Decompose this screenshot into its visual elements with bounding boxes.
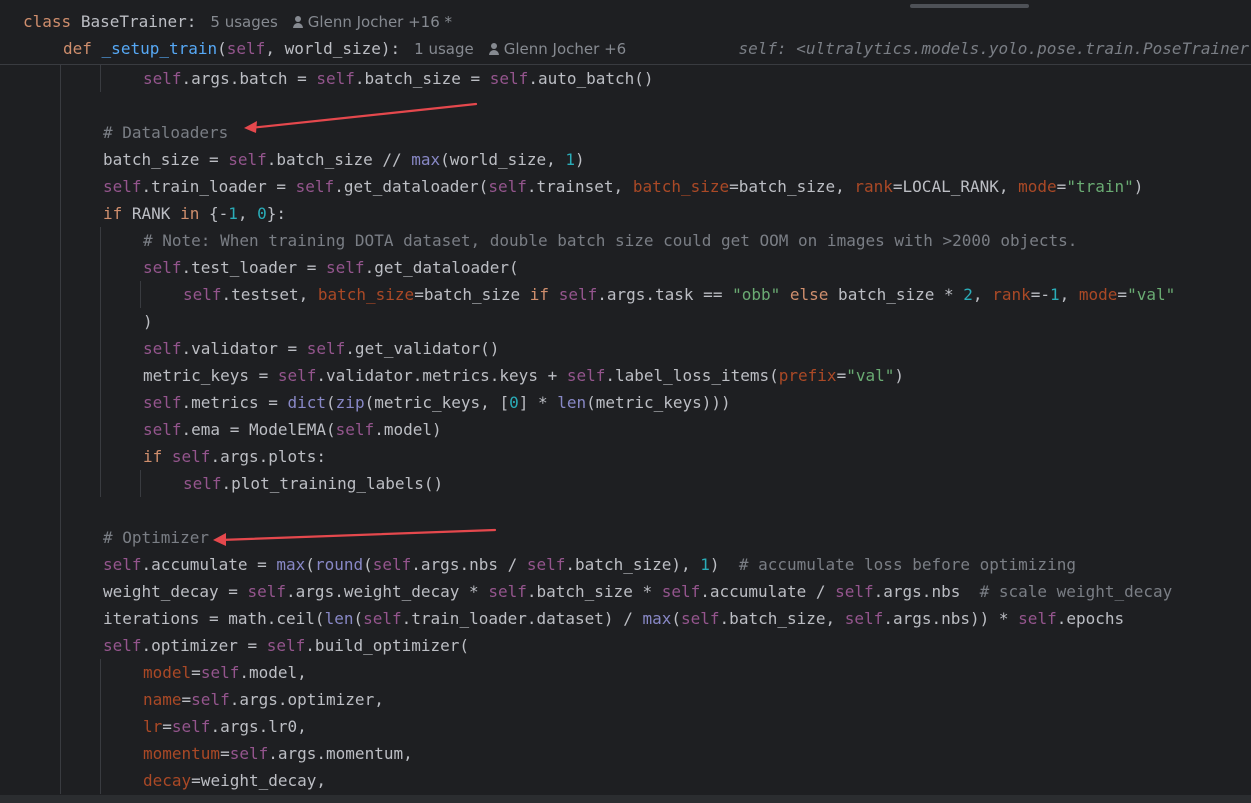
annotation-arrows: [213, 102, 497, 546]
horizontal-scrollbar[interactable]: [0, 795, 1251, 803]
arrow-optimizer: [213, 528, 497, 546]
arrow-dataloaders: [244, 102, 478, 133]
